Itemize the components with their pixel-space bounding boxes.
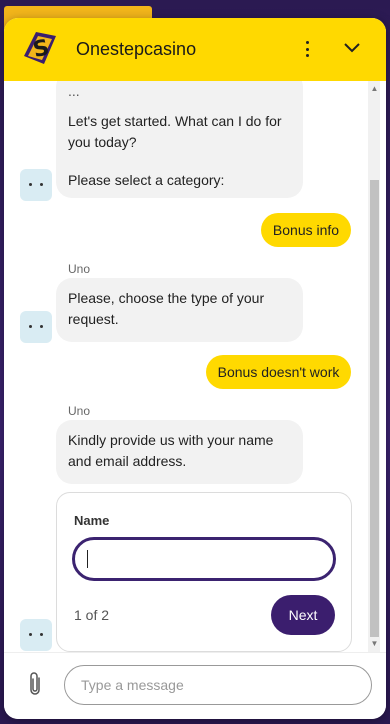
paperclip-icon[interactable] <box>26 671 44 697</box>
name-field-label: Name <box>74 513 110 528</box>
user-message: Bonus info <box>261 213 351 247</box>
chat-title: Onestepcasino <box>76 39 197 59</box>
chat-widget: S Onestepcasino ... Let's get started. W… <box>4 18 386 719</box>
bot-avatar-icon <box>20 169 52 201</box>
text-caret <box>87 550 88 568</box>
message-input[interactable] <box>64 665 372 705</box>
bot-message: ... Let's get started. What can I do for… <box>56 81 303 198</box>
scroll-up-arrow-icon[interactable]: ▲ <box>370 84 379 93</box>
next-button[interactable]: Next <box>271 595 335 635</box>
scroll-down-arrow-icon[interactable]: ▼ <box>370 639 379 648</box>
logo-icon: S <box>24 32 56 64</box>
chat-header: S Onestepcasino <box>4 18 386 81</box>
sender-name: Uno <box>68 404 91 418</box>
chevron-down-icon[interactable] <box>342 38 362 58</box>
name-input[interactable] <box>72 537 336 581</box>
message-text: Please select a category: <box>68 172 225 188</box>
sender-name: Uno <box>68 262 91 276</box>
scrollbar-thumb[interactable] <box>370 180 379 637</box>
kebab-menu-icon[interactable] <box>300 38 314 60</box>
form-step-counter: 1 of 2 <box>74 607 110 623</box>
message-composer <box>4 652 386 719</box>
bot-avatar-icon <box>20 619 52 651</box>
message-partial-text: ... <box>68 83 80 99</box>
bot-message: Kindly provide us with your name and ema… <box>56 420 303 484</box>
bot-avatar-icon <box>20 311 52 343</box>
user-message: Bonus doesn't work <box>206 355 351 389</box>
message-text: Let's get started. What can I do for you… <box>68 113 282 150</box>
name-form-card: Name 1 of 2 Next <box>56 492 352 652</box>
bot-message: Please, choose the type of your request. <box>56 278 303 342</box>
